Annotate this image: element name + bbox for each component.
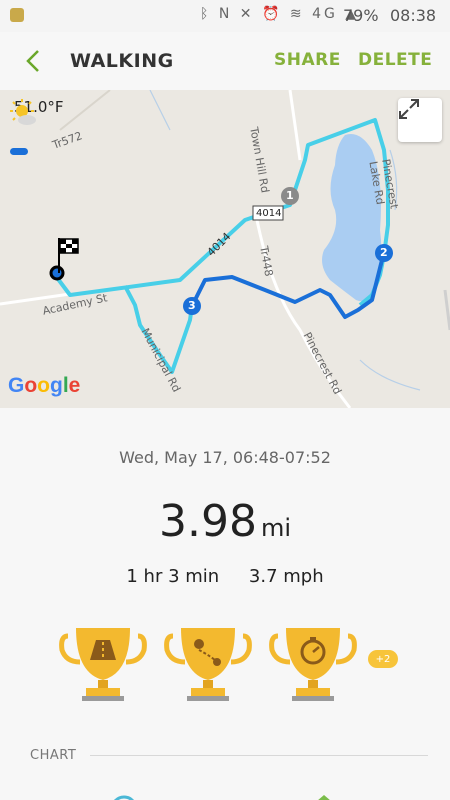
start-point [49,265,65,281]
trophy-route-icon [164,628,252,701]
bluetooth-icon: ᛒ [200,6,212,22]
page-title: WALKING [70,50,174,72]
divider [90,755,428,756]
alarm-icon: ⏰ [261,6,283,22]
speed-chart-icon [110,790,138,800]
distance: 3.98 mi [0,496,450,547]
trophy-list [58,618,388,708]
sun-cloud-icon [10,99,36,125]
lake [322,134,382,302]
stats-row: 1 hr 3 min 3.7 mph [0,566,450,587]
date-range: Wed, May 17, 06:48-07:52 [119,448,331,467]
route-legend-pill [10,148,28,155]
distance-unit: mi [260,514,291,542]
duration: 1 hr 3 min [126,566,220,587]
delete-button[interactable]: DELETE [358,50,432,70]
more-trophies-badge[interactable]: +2 [368,650,398,668]
battery-level: 79% [343,6,379,25]
google-logo: Google [8,374,81,397]
mute-icon: ✕ [239,6,255,22]
map-marker-label: 1 [286,189,294,202]
expand-icon [399,99,419,119]
route-trophy[interactable] [163,618,253,708]
chevron-left-icon [26,50,39,72]
road-label: 4014 [256,208,282,219]
route-map[interactable]: 1 2 3 51.0°F Tr572 Town Hill Rd 4014 401… [0,90,450,408]
speed: 3.7 mph [248,566,324,587]
map-marker-label: 2 [380,246,388,259]
weather-widget: 51.0°F [8,98,64,125]
app-header: WALKING SHARE DELETE [0,32,450,90]
chart-section-label: CHART [30,748,77,763]
trophy-road-icon [59,628,147,701]
status-icons: ᛒ N ✕ ⏰ ≋ 4G ▲ [200,6,359,22]
wifi-icon: ≋ [289,6,305,22]
expand-map-button[interactable] [398,98,442,142]
network-type: 4G [312,6,338,22]
elevation-chart-icon [310,790,338,800]
nfc-icon: N [218,6,233,22]
stopwatch-trophy[interactable] [268,618,358,708]
app-notification-icon [10,8,24,22]
workout-details: Wed, May 17, 06:48-07:52 3.98 mi 1 hr 3 m… [0,408,450,800]
map-marker-label: 3 [188,299,196,312]
back-button[interactable] [18,46,48,76]
status-bar: ᛒ N ✕ ⏰ ≋ 4G ▲ 79% 08:38 [0,0,450,32]
road-trophy[interactable] [58,618,148,708]
share-button[interactable]: SHARE [274,50,341,70]
trophy-stopwatch-icon [269,628,357,701]
distance-value: 3.98 [158,496,257,547]
clock: 08:38 [390,6,437,25]
